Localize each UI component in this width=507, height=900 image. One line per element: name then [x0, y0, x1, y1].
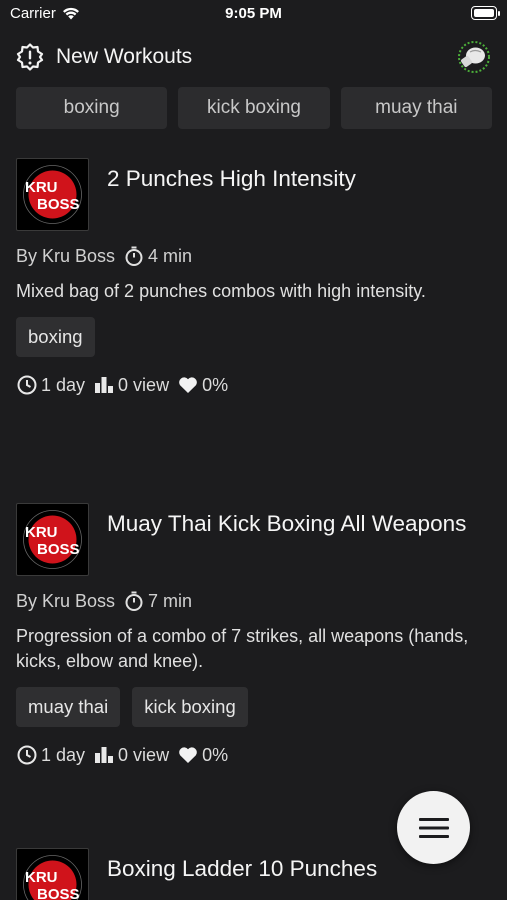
battery-icon	[471, 6, 500, 20]
workout-views: 0 view	[118, 744, 170, 765]
app-header: New Workouts	[16, 38, 491, 76]
workout-title[interactable]: Boxing Ladder 10 Punches	[107, 854, 377, 884]
status-bar: Carrier 9:05 PM	[0, 0, 507, 28]
workout-duration: 7 min	[148, 590, 193, 611]
boxing-glove-icon[interactable]	[457, 40, 491, 74]
stopwatch-icon	[125, 591, 143, 611]
tag-kick-boxing[interactable]: kick boxing	[132, 687, 248, 727]
tag-list: muay thai kick boxing	[16, 687, 492, 727]
stopwatch-icon	[125, 246, 143, 266]
clock: 9:05 PM	[225, 5, 282, 22]
workout-description: Progression of a combo of 7 strikes, all…	[16, 626, 469, 671]
likes-stat[interactable]: 0%	[177, 374, 228, 396]
filter-bar: boxing kick boxing muay thai	[16, 87, 492, 129]
tag-muay-thai[interactable]: muay thai	[16, 687, 121, 727]
workout-title[interactable]: Muay Thai Kick Boxing All Weapons	[107, 509, 466, 539]
workout-meta: By Kru Boss 7 min	[16, 590, 492, 612]
logo-text-top: KRU	[25, 869, 58, 886]
filter-boxing[interactable]: boxing	[16, 87, 168, 129]
logo-text-bottom: BOSS	[37, 886, 80, 900]
logo-text-top: KRU	[25, 179, 58, 196]
bar-chart-icon	[95, 747, 114, 763]
bar-chart-icon	[95, 377, 114, 393]
logo-text-bottom: BOSS	[37, 196, 80, 213]
workout-likes: 0%	[202, 744, 229, 765]
alert-badge-icon[interactable]	[16, 43, 44, 71]
heart-icon[interactable]	[177, 374, 199, 396]
age-stat: 1 day	[16, 744, 85, 766]
workout-duration: 4 min	[148, 245, 193, 266]
kru-boss-logo: KRU BOSS	[16, 158, 89, 231]
logo-text-bottom: BOSS	[37, 541, 80, 558]
workout-views: 0 view	[118, 374, 170, 395]
tag-list: boxing	[16, 317, 492, 357]
workout-stats: 1 day 0 view 0%	[16, 374, 492, 396]
kru-boss-logo: KRU BOSS	[16, 503, 89, 576]
workout-age: 1 day	[41, 744, 86, 765]
likes-stat[interactable]: 0%	[177, 744, 228, 766]
workout-stats: 1 day 0 view 0%	[16, 744, 492, 766]
filter-muay-thai[interactable]: muay thai	[340, 87, 492, 129]
workout-description: Mixed bag of 2 punches combos with high …	[16, 281, 426, 301]
views-stat: 0 view	[93, 374, 169, 396]
age-stat: 1 day	[16, 374, 85, 396]
workout-author: By Kru Boss	[16, 245, 116, 266]
views-stat: 0 view	[93, 744, 169, 766]
menu-fab-button[interactable]	[397, 791, 470, 864]
workout-meta: By Kru Boss 4 min	[16, 245, 492, 267]
logo-text-top: KRU	[25, 524, 58, 541]
workout-card[interactable]: KRU BOSS Muay Thai Kick Boxing All Weapo…	[16, 503, 492, 766]
hamburger-menu-icon	[418, 817, 449, 838]
filter-kick-boxing[interactable]: kick boxing	[178, 87, 330, 129]
page-title: New Workouts	[56, 45, 193, 68]
heart-icon[interactable]	[177, 744, 199, 766]
clock-icon	[17, 745, 37, 765]
tag-boxing[interactable]: boxing	[16, 317, 95, 357]
kru-boss-logo: KRU BOSS	[16, 848, 89, 900]
workout-likes: 0%	[202, 374, 229, 395]
clock-icon	[17, 375, 37, 395]
workout-age: 1 day	[41, 374, 86, 395]
workout-card[interactable]: KRU BOSS 2 Punches High Intensity By Kru…	[16, 158, 492, 396]
workout-author: By Kru Boss	[16, 590, 116, 611]
workout-title[interactable]: 2 Punches High Intensity	[107, 164, 356, 194]
